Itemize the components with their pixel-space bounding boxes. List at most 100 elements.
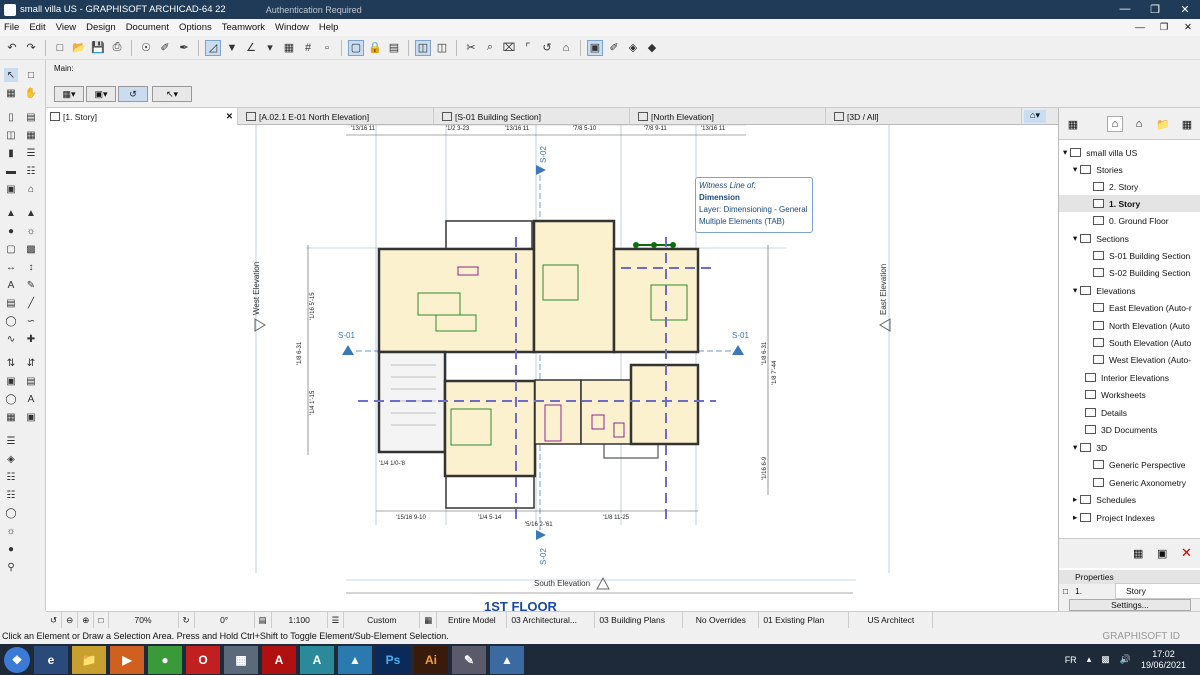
acrobat-icon[interactable]: A — [262, 645, 296, 674]
opening-tool-icon[interactable]: ◯ — [4, 506, 18, 520]
menu-window[interactable]: Window — [275, 22, 309, 33]
curtain-wall-icon[interactable]: ▤ — [24, 110, 38, 124]
arrow-tool-button[interactable]: ↖▾ — [152, 86, 192, 102]
lock-icon[interactable]: 🔒 — [367, 40, 383, 56]
zone-alt-icon[interactable]: ☼ — [4, 524, 18, 538]
interior-elev-tool-icon[interactable]: ▣ — [4, 374, 18, 388]
tree-item-interior-elevations[interactable]: Interior Elevations — [1085, 369, 1200, 386]
selection-method-button[interactable]: ▦▾ — [54, 86, 84, 102]
object-tool-icon[interactable]: ● — [4, 224, 18, 238]
roof-icon[interactable]: ⌂ — [558, 40, 574, 56]
tab-close-icon[interactable]: ✕ — [226, 111, 233, 122]
worksheet-tool-icon[interactable]: ▤ — [24, 374, 38, 388]
collapse-icon[interactable]: ▸ — [1073, 494, 1077, 505]
detail-tool-icon[interactable]: ◯ — [4, 392, 18, 406]
illustrator-icon[interactable]: Ai — [414, 645, 448, 674]
view-map-icon[interactable]: ⌂ — [1131, 116, 1147, 132]
pick-up-icon[interactable]: ✐ — [157, 40, 173, 56]
undo-zoom-icon[interactable]: ↺ — [46, 611, 63, 629]
graphic-override-icon[interactable]: ✐ — [606, 40, 622, 56]
scale-value[interactable]: 1:100 — [272, 611, 328, 629]
browser-tab-auth[interactable]: Authentication Required — [266, 5, 362, 15]
tab-3d-all[interactable]: [3D / All] — [830, 108, 1022, 125]
undo-icon[interactable]: ↶ — [4, 40, 20, 56]
zone-tool-icon[interactable]: ▢ — [4, 242, 18, 256]
shell-tool-icon[interactable]: ▲ — [4, 206, 18, 220]
layer-combination[interactable]: Custom — [344, 611, 421, 629]
tab-list-icon[interactable]: ⌂▾ — [1024, 110, 1046, 123]
doc-minimize-icon[interactable]: — — [1128, 22, 1152, 33]
language-indicator[interactable]: FR — [1065, 655, 1077, 665]
restore-icon[interactable]: ❐ — [1140, 3, 1170, 16]
morph-tool-icon[interactable]: ◈ — [4, 452, 18, 466]
line-tool-icon[interactable]: ╱ — [24, 296, 38, 310]
arrow-tool-icon[interactable]: ↖ — [4, 68, 18, 82]
offset-icon[interactable]: ↺ — [539, 40, 555, 56]
tree-item-story-2[interactable]: 2. Story — [1093, 178, 1200, 195]
tree-item-sections[interactable]: ▾ Sections — [1073, 230, 1200, 247]
section-tool-icon[interactable]: ⇅ — [4, 356, 18, 370]
lamp-alt-icon[interactable]: ● — [4, 542, 18, 556]
tree-item-perspective[interactable]: Generic Perspective — [1093, 456, 1200, 473]
guide-lines-icon[interactable]: ◿ — [205, 39, 221, 56]
settings-icon[interactable]: ▦ — [1133, 547, 1143, 560]
graphisoft-id-link[interactable]: GRAPHISOFT ID — [1102, 631, 1180, 642]
menu-help[interactable]: Help — [319, 22, 339, 33]
photoshop-icon[interactable]: Ps — [376, 645, 410, 674]
slab-tool-icon[interactable]: ▣ — [4, 182, 18, 196]
doc-close-icon[interactable]: ✕ — [1176, 22, 1200, 33]
tab-building-section[interactable]: [S-01 Building Section] — [438, 108, 630, 125]
layer-settings-icon[interactable]: ▤ — [386, 40, 402, 56]
roof-tool-icon[interactable]: ⌂ — [24, 182, 38, 196]
zoom-value[interactable]: 70% — [109, 611, 179, 629]
grid-snap-icon[interactable]: ▦ — [281, 40, 297, 56]
tree-item-details[interactable]: Details — [1085, 404, 1200, 421]
expand-icon[interactable]: ▾ — [1073, 233, 1077, 244]
renovation-filter[interactable]: 01 Existing Plan — [759, 611, 850, 629]
hotspot-tool-icon[interactable]: ✚ — [24, 332, 38, 346]
explorer-icon[interactable]: 📁 — [72, 645, 106, 674]
tree-item-axonometry[interactable]: Generic Axonometry — [1093, 474, 1200, 491]
railing-alt-icon[interactable]: ☷ — [4, 488, 18, 502]
model-view-option[interactable]: Entire Model — [437, 611, 508, 629]
marker-tool-icon[interactable]: ⚲ — [4, 560, 18, 574]
tree-item-s01[interactable]: S-01 Building Section — [1093, 247, 1200, 264]
rotate-icon[interactable]: ↻ — [179, 611, 195, 629]
zoom-area-icon[interactable]: ⌕ — [482, 40, 498, 56]
network-icon[interactable]: ▩ — [1101, 654, 1110, 665]
project-map-icon[interactable]: ⌂ — [1107, 116, 1123, 132]
start-button-icon[interactable]: ❖ — [4, 646, 30, 673]
rotated-rectangle-button[interactable]: ↺ — [118, 86, 148, 102]
tab-1-story[interactable]: [1. Story] ✕ — [46, 108, 238, 125]
drawing-tool-icon[interactable]: ▣ — [24, 410, 38, 424]
doc-restore-icon[interactable]: ❐ — [1152, 22, 1176, 33]
menu-design[interactable]: Design — [86, 22, 116, 33]
print-icon[interactable]: ⎙ — [109, 40, 125, 56]
tree-item-ground-floor[interactable]: 0. Ground Floor — [1093, 212, 1200, 229]
stair-tool-icon[interactable]: ☰ — [24, 146, 38, 160]
settings-button[interactable]: Settings... — [1069, 599, 1191, 611]
calculator-icon[interactable]: ▦ — [224, 645, 258, 674]
tree-item-3d[interactable]: ▾ 3D — [1073, 439, 1200, 456]
expand-icon[interactable]: ▾ — [1073, 164, 1077, 175]
tree-item-schedules[interactable]: ▸ Schedules — [1073, 491, 1200, 508]
trace-icon[interactable]: ◫ — [415, 39, 431, 56]
tree-item-worksheets[interactable]: Worksheets — [1085, 386, 1200, 403]
minimize-icon[interactable]: — — [1110, 3, 1140, 16]
wall-tool-icon[interactable]: ▯ — [4, 110, 18, 124]
close-icon[interactable]: ✕ — [1170, 3, 1200, 16]
save-icon[interactable]: 💾 — [90, 40, 106, 56]
autocad-icon[interactable]: A — [300, 645, 334, 674]
change-tool-icon[interactable]: A — [24, 392, 38, 406]
tree-item-stories[interactable]: ▾ Stories — [1073, 161, 1200, 178]
archicad-active-icon[interactable]: ▲ — [490, 645, 524, 674]
split-icon[interactable]: ✂ — [463, 40, 479, 56]
text-tool-icon[interactable]: A — [4, 278, 18, 292]
skylight-tool-icon[interactable]: ▲ — [24, 206, 38, 220]
mesh-tool-icon[interactable]: ▩ — [24, 242, 38, 256]
fill-tool-icon[interactable]: ▤ — [4, 296, 18, 310]
tree-item-project[interactable]: ▾ small villa US — [1063, 144, 1200, 161]
new-view-icon[interactable]: ▣ — [1157, 547, 1167, 560]
hand-icon[interactable]: ✋ — [24, 86, 38, 100]
column-tool-icon[interactable]: ▮ — [4, 146, 18, 160]
